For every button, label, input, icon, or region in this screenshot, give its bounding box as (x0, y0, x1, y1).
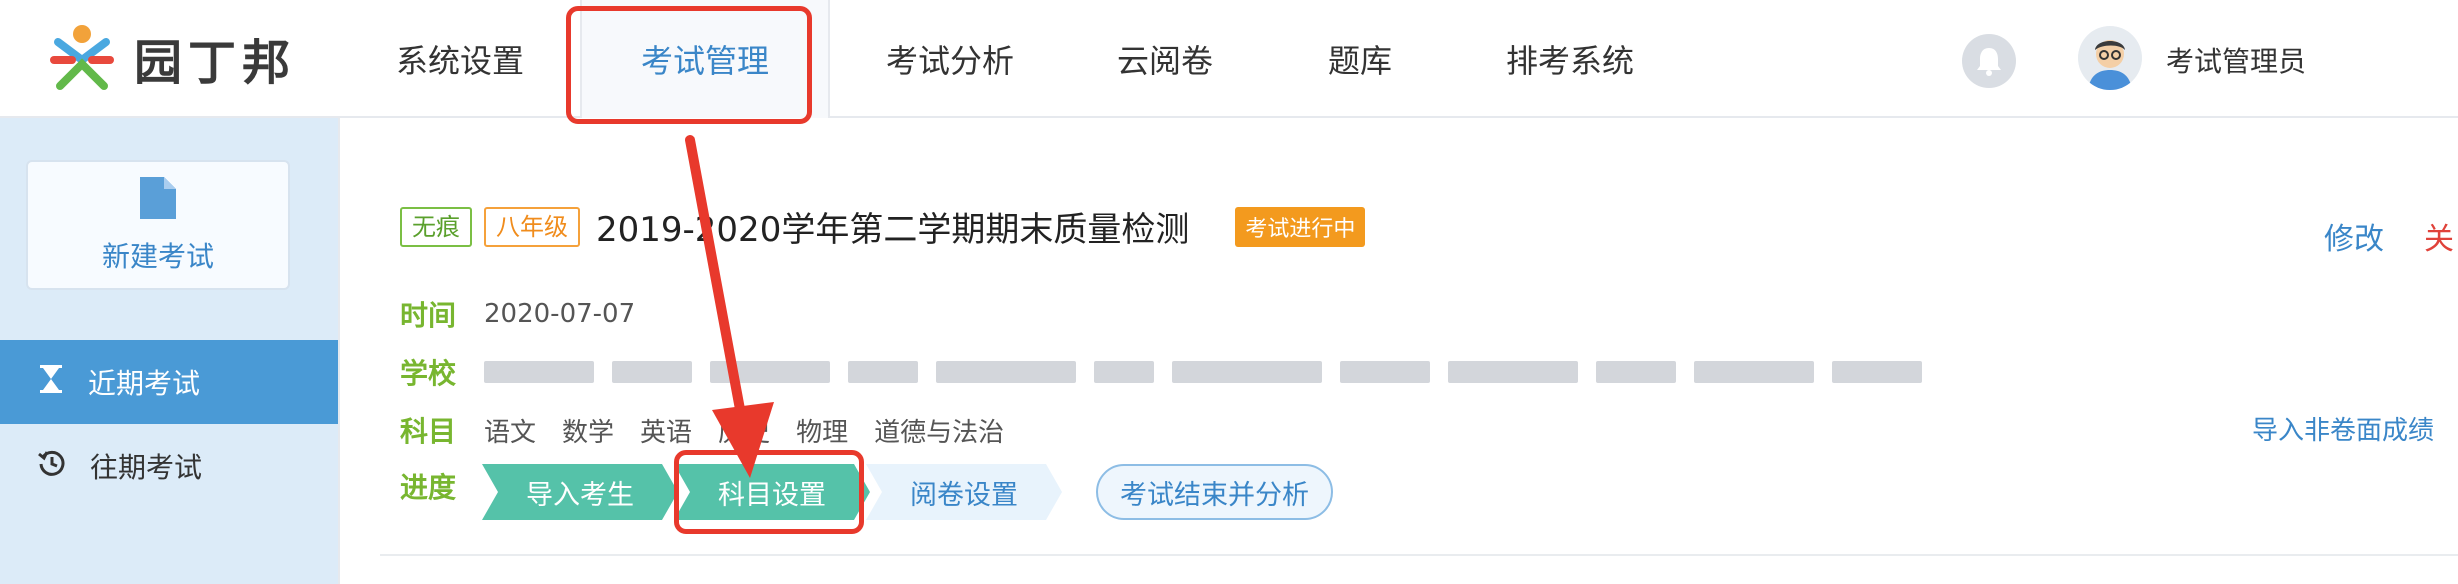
annotation-arrow-icon (685, 135, 774, 478)
